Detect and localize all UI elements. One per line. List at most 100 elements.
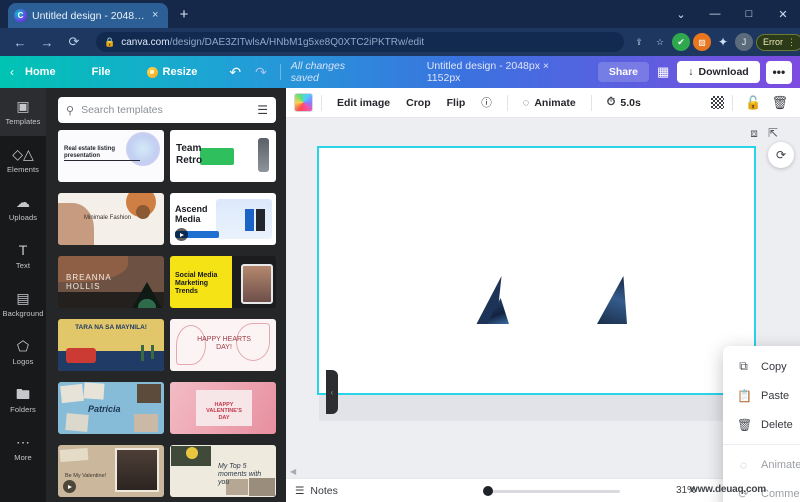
profile-avatar[interactable]: J: [735, 33, 753, 51]
error-pill[interactable]: Error ⋮: [756, 33, 800, 51]
back-arrow-icon[interactable]: ‹: [0, 61, 16, 83]
back-button[interactable]: ←: [8, 30, 32, 54]
undo-icon[interactable]: ↶: [222, 64, 248, 81]
canva-top-bar: ‹ Home File Resize ↶ ↷ All changes saved…: [0, 56, 800, 88]
context-menu-item-delete[interactable]: 🗑 Delete DELETE: [723, 410, 800, 439]
page-footer-strip: [319, 395, 754, 421]
notes-label: Notes: [310, 484, 338, 497]
template-title: Minimale Fashion: [84, 215, 132, 221]
puzzle-extension-icon[interactable]: ✦: [714, 33, 732, 51]
bookmark-star-icon[interactable]: ☆: [651, 33, 669, 51]
context-menu-item-paste[interactable]: 📋 Paste Ctrl+V: [723, 381, 800, 410]
template-card[interactable]: Be My Valentine!: [58, 445, 164, 497]
share-button[interactable]: Share: [597, 62, 649, 82]
crop-button[interactable]: Crop: [399, 94, 438, 112]
orange-extension-icon[interactable]: ▨: [693, 33, 711, 51]
video-play-icon: [63, 480, 76, 493]
new-tab-button[interactable]: +: [175, 6, 193, 24]
browser-titlebar: C Untitled design - 2048 × 1152px × + ⌄ …: [0, 0, 800, 28]
sidebar-item-folders[interactable]: 🖿 Folders: [0, 376, 46, 424]
resize-label: Resize: [162, 66, 198, 78]
animate-button[interactable]: ◌ Animate: [516, 94, 583, 112]
context-menu-item-copy[interactable]: ⧉ Copy Ctrl+C: [723, 352, 800, 381]
chevron-down-icon[interactable]: ⌄: [664, 0, 698, 28]
color-swatch-icon[interactable]: [294, 93, 313, 112]
comment-add-icon[interactable]: ⟳: [768, 142, 794, 168]
flip-button[interactable]: Flip: [440, 94, 473, 112]
template-title: My Top 5 moments with you: [218, 463, 262, 487]
more-options-button[interactable]: •••: [765, 60, 792, 84]
browser-tab[interactable]: C Untitled design - 2048 × 1152px ×: [8, 3, 168, 28]
template-card[interactable]: TARA NA SA MAYNILA!: [58, 319, 164, 371]
template-card[interactable]: Team Retro: [170, 130, 276, 182]
zoom-slider-knob[interactable]: [483, 486, 493, 496]
notes-button[interactable]: ☰ Notes: [295, 485, 338, 497]
copy-icon: ⧉: [739, 359, 748, 373]
maximize-button[interactable]: □: [732, 0, 766, 28]
insights-chart-icon[interactable]: ▦: [649, 64, 677, 80]
checkmark-extension-icon[interactable]: ✔: [672, 33, 690, 51]
template-card[interactable]: HAPPY VALENTINE'S DAY: [170, 382, 276, 434]
sidebar-item-label: Elements: [6, 165, 40, 174]
background-icon: ▤: [16, 290, 30, 306]
sidebar-item-more[interactable]: ⋯ More: [0, 424, 46, 472]
sidebar-item-templates[interactable]: ▣ Templates: [0, 88, 46, 136]
canva-favicon-icon: C: [14, 9, 27, 22]
template-card[interactable]: Patricia: [58, 382, 164, 434]
trash-icon[interactable]: 🗑: [767, 95, 792, 111]
browser-menu-icon[interactable]: ⋮: [787, 37, 796, 48]
context-menu: ⧉ Copy Ctrl+C 📋 Paste Ctrl+V 🗑 Delete DE…: [723, 346, 800, 502]
text-icon: T: [18, 242, 28, 258]
more-icon: ⋯: [16, 434, 30, 450]
info-icon[interactable]: ⓘ: [474, 92, 499, 113]
minimize-button[interactable]: —: [698, 0, 732, 28]
duration-button[interactable]: ⏱ 5.0s: [600, 93, 648, 112]
lock-icon[interactable]: 🔓: [741, 95, 765, 111]
filter-icon[interactable]: ☰: [257, 103, 268, 117]
reload-button[interactable]: ⟳: [62, 30, 86, 54]
panel-collapse-handle[interactable]: ‹: [326, 370, 338, 414]
sidebar-item-elements[interactable]: ◇△ Elements: [0, 136, 46, 184]
duplicate-page-icon[interactable]: ⧈: [750, 126, 758, 141]
search-input[interactable]: ⚲ Search templates ☰: [58, 97, 276, 123]
forward-button[interactable]: →: [35, 30, 59, 54]
redo-icon[interactable]: ↷: [248, 64, 274, 81]
share-icon[interactable]: ⇪: [630, 33, 648, 51]
timer-icon: ⏱: [606, 96, 616, 108]
template-card[interactable]: HAPPY HEARTS DAY!: [170, 319, 276, 371]
design-page[interactable]: [317, 146, 756, 395]
edit-image-button[interactable]: Edit image: [330, 94, 397, 112]
close-icon[interactable]: ×: [152, 10, 162, 21]
sidebar-item-logos[interactable]: ⬠ Logos: [0, 328, 46, 376]
template-title: Be My Valentine!: [65, 473, 107, 479]
sidebar-item-background[interactable]: ▤ Background: [0, 280, 46, 328]
scroll-left-arrow[interactable]: ◀: [290, 467, 296, 476]
sidebar-item-label: Folders: [10, 405, 36, 414]
zoom-slider[interactable]: [483, 486, 620, 496]
add-page-icon[interactable]: ⇱: [768, 126, 778, 141]
document-title[interactable]: Untitled design - 2048px × 1152px: [427, 60, 576, 84]
transparency-icon[interactable]: [711, 96, 725, 109]
template-card[interactable]: Real estate listing presentation: [58, 130, 164, 182]
template-card[interactable]: Social Media Marketing Trends: [170, 256, 276, 308]
context-menu-label: Paste: [761, 389, 790, 402]
template-title: Team Retro: [176, 143, 203, 166]
template-card[interactable]: BREANNA HOLLIS: [58, 256, 164, 308]
template-title: Real estate listing presentation: [64, 146, 140, 161]
sidebar-item-text[interactable]: T Text: [0, 232, 46, 280]
divider: [321, 94, 322, 111]
template-card[interactable]: Minimale Fashion: [58, 193, 164, 245]
close-button[interactable]: ✕: [766, 0, 800, 28]
home-button[interactable]: Home: [16, 61, 65, 83]
video-play-icon: [175, 228, 188, 241]
file-menu-button[interactable]: File: [83, 61, 120, 83]
address-bar[interactable]: 🔒 canva.com/design/DAE3ZITwlsA/HNbM1g5xe…: [96, 32, 624, 52]
sidebar-item-uploads[interactable]: ☁ Uploads: [0, 184, 46, 232]
search-placeholder: Search templates: [81, 104, 163, 116]
resize-button[interactable]: Resize: [138, 61, 207, 83]
sidebar-item-label: Templates: [5, 117, 41, 126]
template-card[interactable]: My Top 5 moments with you: [170, 445, 276, 497]
download-button[interactable]: ↓ Download: [677, 61, 760, 83]
template-card[interactable]: Ascend Media: [170, 193, 276, 245]
context-menu-item-animate[interactable]: ◌ Animate: [723, 450, 800, 479]
